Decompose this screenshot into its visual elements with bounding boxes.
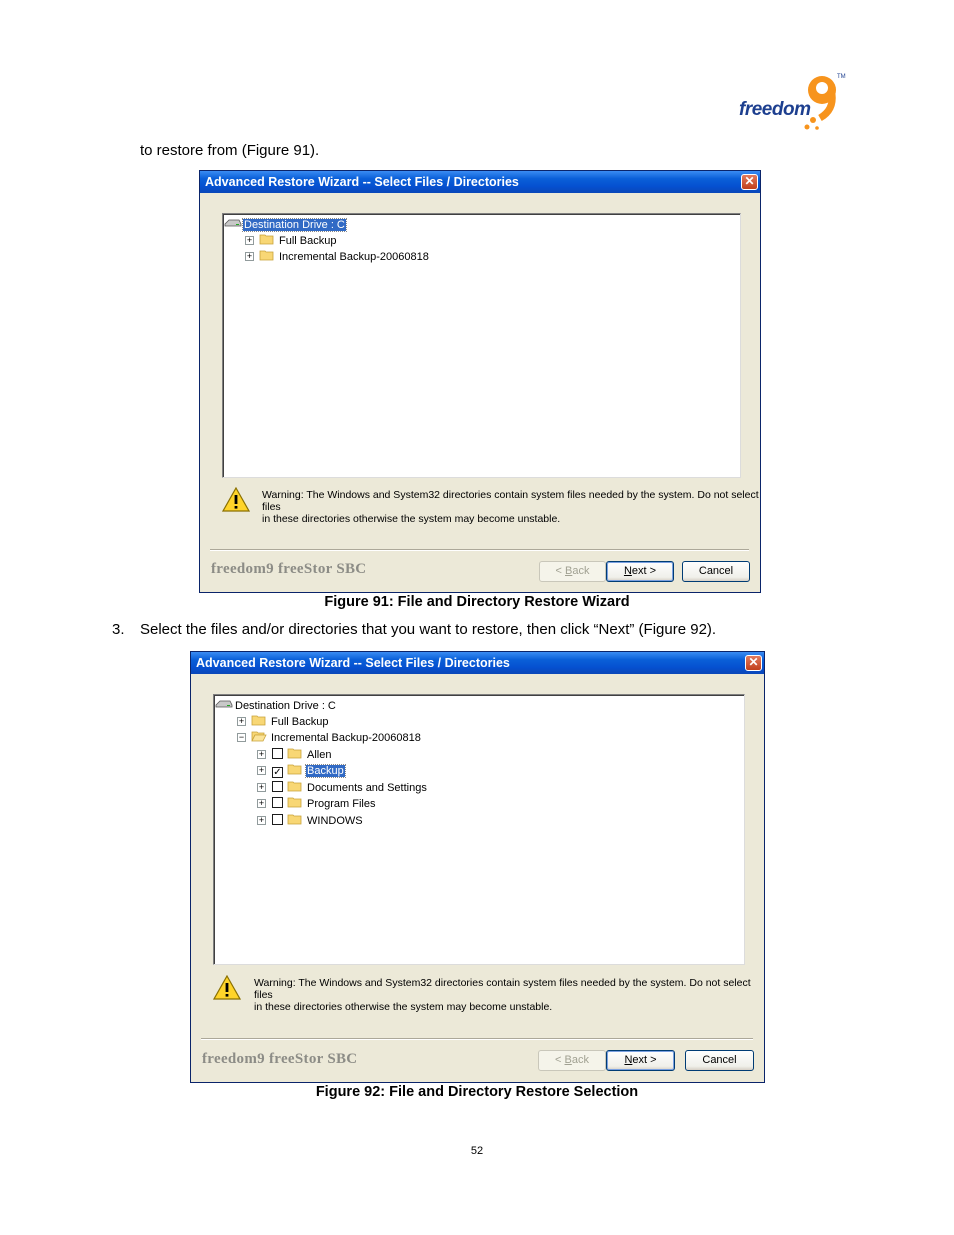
warning-line-1: Warning: The Windows and System32 direct… [254, 977, 751, 1001]
logo-trademark: TM [837, 74, 846, 80]
folder-icon [287, 781, 302, 792]
dialog-title: Advanced Restore Wizard -- Select Files … [191, 652, 764, 674]
checkbox-icon[interactable] [272, 814, 283, 825]
tree-item-label: Incremental Backup-20060818 [279, 251, 429, 263]
restore-wizard-dialog-fig92: Advanced Restore Wizard -- Select Files … [190, 651, 765, 1083]
page-number: 52 [470, 1145, 484, 1157]
dialog-title: Advanced Restore Wizard -- Select Files … [200, 171, 760, 193]
checkbox-icon[interactable] [272, 748, 283, 759]
tree-item-label: Full Backup [279, 235, 337, 247]
tree-item-label: Documents and Settings [307, 782, 427, 794]
checkbox-icon[interactable] [272, 797, 283, 808]
folder-icon [287, 814, 302, 825]
tree-item-label: Backup [305, 764, 346, 778]
folder-icon [259, 234, 274, 245]
warning-icon [222, 487, 250, 512]
warning-line-2: in these directories otherwise the syste… [254, 1001, 553, 1013]
folder-icon [259, 250, 274, 261]
tree-root[interactable]: Destination Drive : C [224, 217, 347, 233]
next-button[interactable]: Next > [606, 561, 674, 582]
tree-root[interactable]: Destination Drive : C [215, 698, 337, 714]
checkbox-icon[interactable]: ✓ [272, 767, 283, 778]
folder-icon [287, 764, 302, 775]
directory-tree[interactable]: Destination Drive : C + Full Backup + In… [222, 213, 741, 478]
warning-line-2: in these directories otherwise the syste… [262, 513, 561, 525]
expand-icon[interactable]: + [237, 717, 246, 726]
collapse-icon[interactable]: − [237, 733, 246, 742]
tree-item-label: WINDOWS [307, 815, 363, 827]
expand-icon[interactable]: + [257, 750, 266, 759]
intro-text: to restore from (Figure 91). [140, 142, 320, 159]
expand-icon[interactable]: + [257, 816, 266, 825]
warning-text: Warning: The Windows and System32 direct… [254, 977, 764, 1013]
folder-icon [287, 748, 302, 759]
folder-icon [251, 715, 266, 726]
footer-separator [210, 549, 749, 551]
back-button[interactable]: < Back [539, 561, 606, 582]
close-icon[interactable]: ✕ [741, 174, 758, 190]
expand-icon[interactable]: + [257, 766, 266, 775]
tree-item-label: Allen [307, 749, 332, 761]
warning-icon [213, 975, 241, 1000]
step-3-number: 3. [112, 621, 125, 638]
figure-91-caption: Figure 91: File and Directory Restore Wi… [324, 594, 630, 610]
step-3-text: Select the files and/or directories that… [140, 621, 717, 638]
next-button[interactable]: Next > [606, 1050, 675, 1071]
directory-tree[interactable]: Destination Drive : C + Full Backup − In… [213, 694, 745, 965]
expand-icon[interactable]: + [257, 799, 266, 808]
product-brand: freedom9 freeStor SBC [202, 1051, 358, 1067]
drive-icon [224, 219, 242, 227]
tree-root-label: Destination Drive : C [242, 218, 347, 232]
expand-icon[interactable]: + [245, 236, 254, 245]
cancel-button[interactable]: Cancel [682, 561, 750, 582]
folder-open-icon [251, 731, 267, 742]
back-button[interactable]: < Back [538, 1050, 606, 1071]
footer-separator [201, 1038, 753, 1040]
drive-icon [215, 700, 233, 708]
close-icon[interactable]: ✕ [745, 655, 762, 671]
restore-wizard-dialog-fig91: Advanced Restore Wizard -- Select Files … [199, 170, 761, 593]
figure-92-caption: Figure 92: File and Directory Restore Se… [315, 1084, 639, 1100]
tree-root-label: Destination Drive : C [235, 700, 336, 712]
tree-item-label: Program Files [307, 798, 376, 810]
tree-item-label: Full Backup [271, 716, 329, 728]
product-brand: freedom9 freeStor SBC [211, 561, 367, 577]
warning-text: Warning: The Windows and System32 direct… [262, 489, 760, 525]
expand-icon[interactable]: + [245, 252, 254, 261]
folder-icon [287, 797, 302, 808]
warning-line-1: Warning: The Windows and System32 direct… [262, 489, 759, 513]
freedom9-logo: freedom TM [736, 72, 848, 134]
logo-text: freedom [739, 99, 811, 120]
expand-icon[interactable]: + [257, 783, 266, 792]
logo-nine-icon [804, 76, 836, 130]
tree-item-label: Incremental Backup-20060818 [271, 732, 421, 744]
cancel-button[interactable]: Cancel [685, 1050, 754, 1071]
checkbox-icon[interactable] [272, 781, 283, 792]
